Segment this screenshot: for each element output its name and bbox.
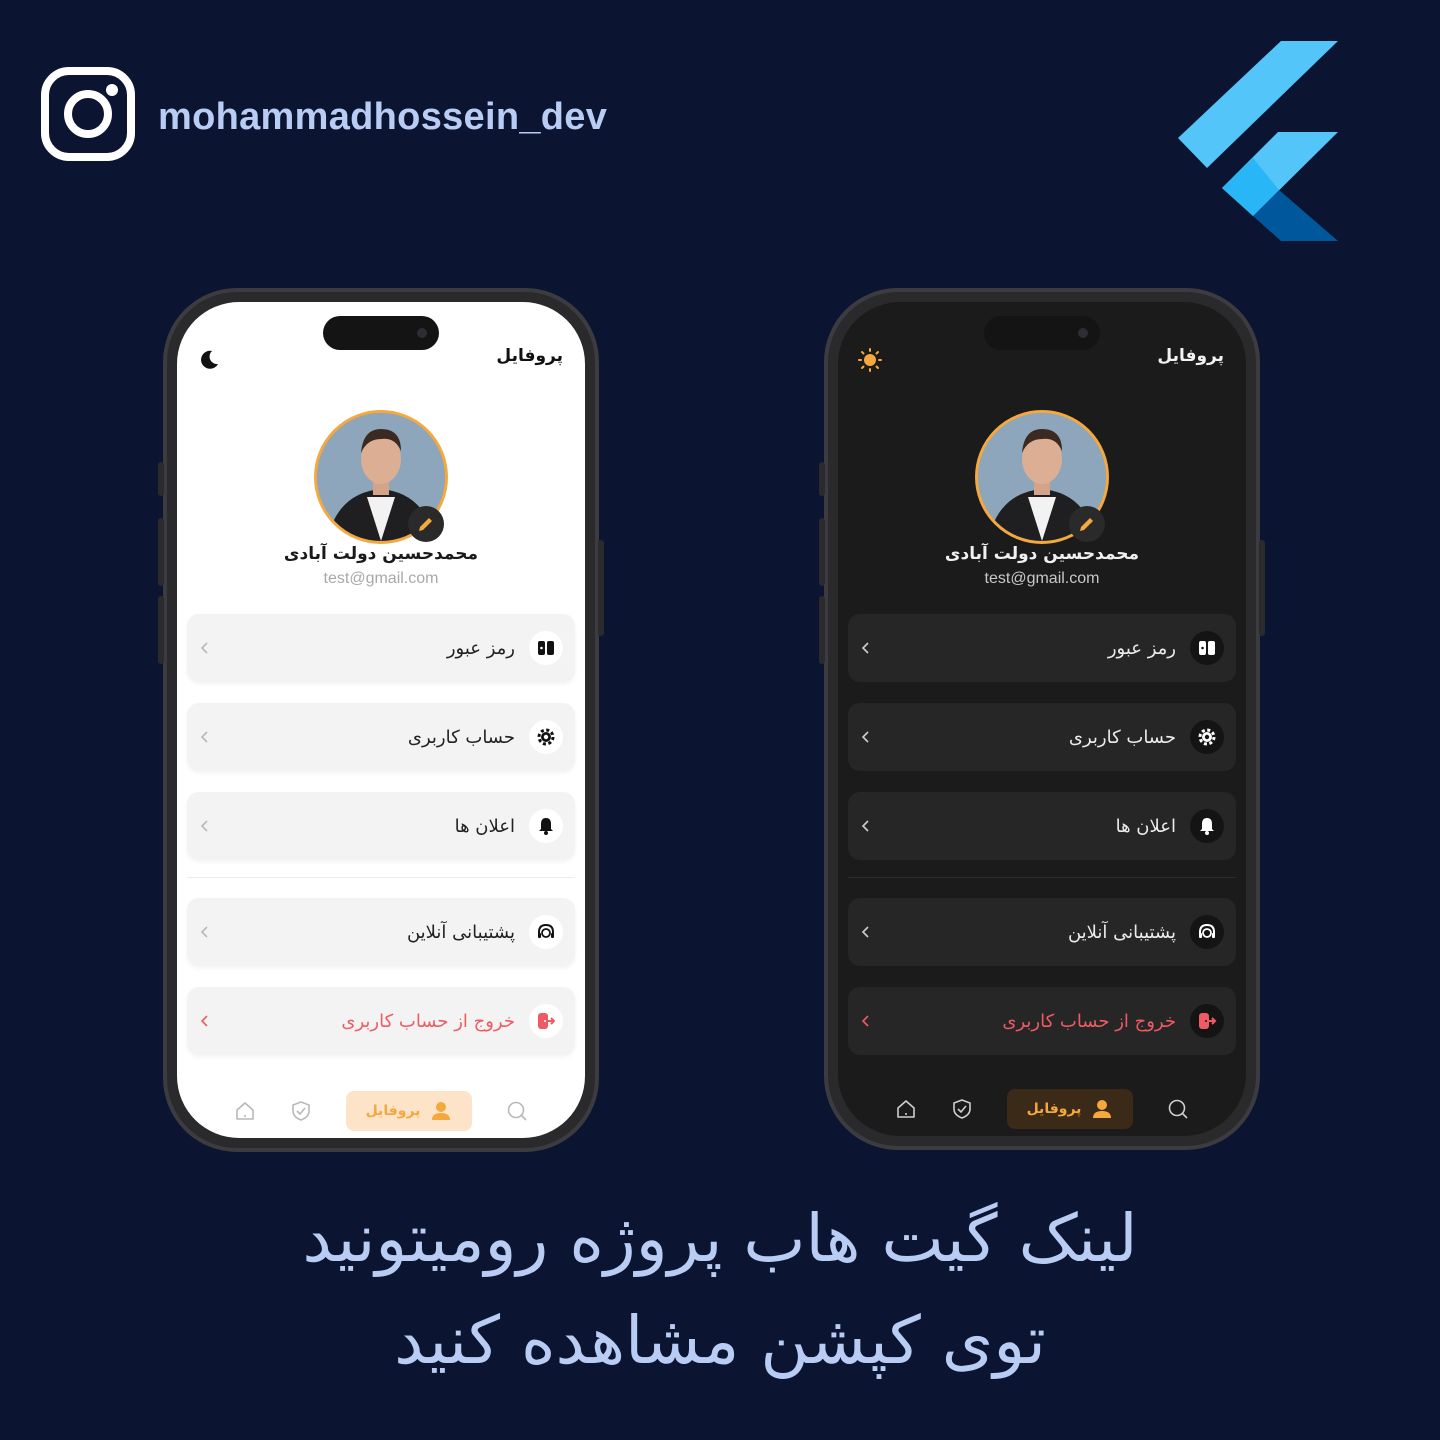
bottom-nav: پروفایل xyxy=(177,1091,585,1131)
user-icon xyxy=(1093,1100,1112,1118)
menu-item-password[interactable]: رمز عبور xyxy=(187,614,575,682)
logout-icon xyxy=(1190,1004,1224,1038)
chevron-left-icon xyxy=(861,1015,869,1027)
password-icon xyxy=(529,631,563,665)
shield-icon[interactable] xyxy=(290,1100,312,1122)
screen-light: پروفایل محمدحسین دولت آبادی test@gmail.c… xyxy=(177,302,585,1138)
flutter-logo xyxy=(1178,41,1338,241)
edit-avatar-button[interactable] xyxy=(1069,506,1105,542)
user-name: محمدحسین دولت آبادی xyxy=(283,544,479,564)
instagram-icon xyxy=(41,67,135,161)
user-icon xyxy=(432,1102,451,1120)
chevron-left-icon xyxy=(861,642,869,654)
menu-item-label: رمز عبور xyxy=(1107,637,1176,659)
menu-item-label: پشتیبانی آنلاین xyxy=(1067,921,1176,943)
gear-icon xyxy=(529,720,563,754)
menu-item-support[interactable]: پشتیبانی آنلاین xyxy=(187,898,575,966)
camera-icon xyxy=(1078,328,1088,338)
search-icon[interactable] xyxy=(1167,1098,1189,1120)
page-title: پروفایل xyxy=(496,346,563,366)
shield-icon[interactable] xyxy=(951,1098,973,1120)
menu-item-account[interactable]: حساب کاربری xyxy=(848,703,1236,771)
menu-item-label: حساب کاربری xyxy=(1068,726,1176,748)
avatar[interactable] xyxy=(314,410,448,544)
nav-item-profile[interactable]: پروفایل xyxy=(1007,1089,1133,1129)
instagram-handle[interactable]: mohammadhossein_dev xyxy=(158,96,607,139)
page-title: پروفایل xyxy=(1157,346,1224,366)
user-name: محمدحسین دولت آبادی xyxy=(944,544,1140,564)
phone-dark-mode: پروفایل محمدحسین دولت آبادی test@gmail.c… xyxy=(819,288,1265,1150)
caption-line-2: توی کپشن مشاهده کنید xyxy=(394,1302,1046,1379)
pencil-icon xyxy=(419,518,432,531)
chevron-left-icon xyxy=(200,1015,208,1027)
menu-item-label: رمز عبور xyxy=(446,637,515,659)
menu-item-label: اعلان ها xyxy=(1115,815,1176,837)
headset-icon xyxy=(1190,915,1224,949)
headset-icon xyxy=(529,915,563,949)
home-icon[interactable] xyxy=(234,1100,256,1122)
menu-item-label: حساب کاربری xyxy=(407,726,515,748)
menu-divider xyxy=(187,877,575,878)
pencil-icon xyxy=(1080,518,1093,531)
gear-icon xyxy=(1190,720,1224,754)
menu-item-notifications[interactable]: اعلان ها xyxy=(187,792,575,860)
menu-item-label: خروج از حساب کاربری xyxy=(1002,1010,1176,1032)
phone-mute-button xyxy=(158,462,164,496)
menu-item-password[interactable]: رمز عبور xyxy=(848,614,1236,682)
bottom-nav: پروفایل xyxy=(838,1089,1246,1129)
user-email: test@gmail.com xyxy=(984,570,1100,587)
menu-divider xyxy=(848,877,1236,878)
phone-volume-up-button xyxy=(158,518,164,586)
menu-item-support[interactable]: پشتیبانی آنلاین xyxy=(848,898,1236,966)
caption-line-1: لینک گیت هاب پروژه رومیتونید xyxy=(302,1200,1138,1277)
logout-icon xyxy=(529,1004,563,1038)
nav-item-profile[interactable]: پروفایل xyxy=(346,1091,472,1131)
screen-dark: پروفایل محمدحسین دولت آبادی test@gmail.c… xyxy=(838,302,1246,1136)
moon-icon[interactable] xyxy=(197,348,221,372)
bell-icon xyxy=(529,809,563,843)
password-icon xyxy=(1190,631,1224,665)
nav-item-profile-label: پروفایل xyxy=(1026,1101,1082,1117)
user-email: test@gmail.com xyxy=(323,570,439,587)
search-icon[interactable] xyxy=(506,1100,528,1122)
menu-item-logout[interactable]: خروج از حساب کاربری xyxy=(848,987,1236,1055)
phone-volume-down-button xyxy=(819,596,825,664)
dynamic-island xyxy=(323,316,439,350)
menu-item-logout[interactable]: خروج از حساب کاربری xyxy=(187,987,575,1055)
phone-light-mode: پروفایل محمدحسین دولت آبادی test@gmail.c… xyxy=(158,288,604,1152)
chevron-left-icon xyxy=(861,820,869,832)
menu-item-account[interactable]: حساب کاربری xyxy=(187,703,575,771)
phone-volume-up-button xyxy=(819,518,825,586)
menu-item-label: خروج از حساب کاربری xyxy=(341,1010,515,1032)
camera-icon xyxy=(417,328,427,338)
edit-avatar-button[interactable] xyxy=(408,506,444,542)
chevron-left-icon xyxy=(861,926,869,938)
dynamic-island xyxy=(984,316,1100,350)
phone-mute-button xyxy=(819,462,825,496)
sun-icon[interactable] xyxy=(858,348,882,372)
menu-item-notifications[interactable]: اعلان ها xyxy=(848,792,1236,860)
chevron-left-icon xyxy=(200,926,208,938)
chevron-left-icon xyxy=(200,820,208,832)
menu-item-label: اعلان ها xyxy=(454,815,515,837)
phone-power-button xyxy=(1259,540,1265,636)
home-icon[interactable] xyxy=(895,1098,917,1120)
chevron-left-icon xyxy=(200,642,208,654)
avatar[interactable] xyxy=(975,410,1109,544)
phone-power-button xyxy=(598,540,604,636)
phone-volume-down-button xyxy=(158,596,164,664)
nav-item-profile-label: پروفایل xyxy=(365,1103,421,1119)
menu-item-label: پشتیبانی آنلاین xyxy=(406,921,515,943)
bell-icon xyxy=(1190,809,1224,843)
chevron-left-icon xyxy=(861,731,869,743)
chevron-left-icon xyxy=(200,731,208,743)
